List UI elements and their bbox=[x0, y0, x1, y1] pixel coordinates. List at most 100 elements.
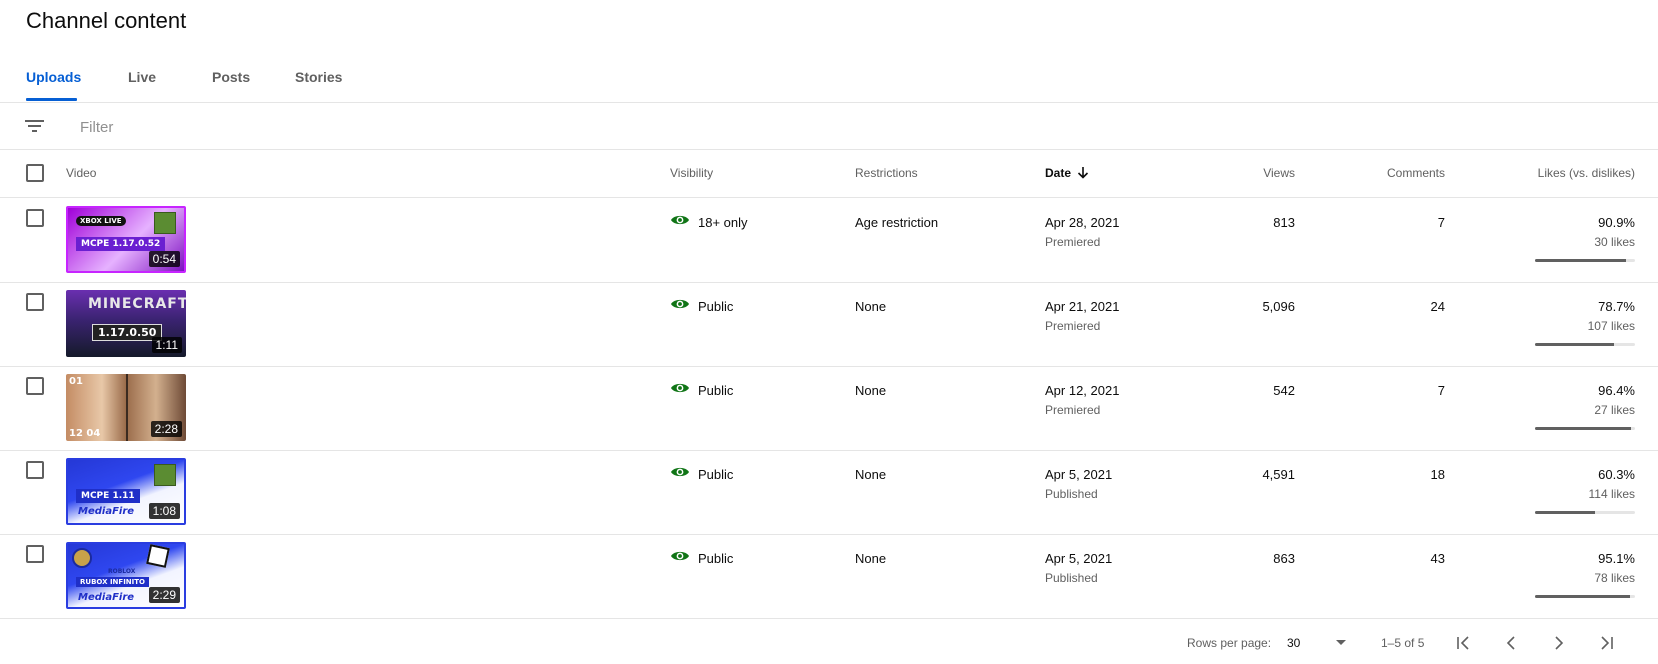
likes-ratio-bar bbox=[1535, 595, 1635, 598]
likes-percent: 78.7% bbox=[1598, 299, 1635, 314]
date-status: Published bbox=[1045, 571, 1098, 585]
date-status: Published bbox=[1045, 487, 1098, 501]
comments-count: 7 bbox=[1437, 383, 1445, 398]
header-restrictions[interactable]: Restrictions bbox=[855, 166, 918, 180]
restrictions: None bbox=[855, 383, 887, 398]
table-row[interactable]: 01 12 04 2:28 Public None Apr 12, 2021 P… bbox=[0, 366, 1658, 451]
page-title: Channel content bbox=[26, 8, 187, 33]
table-row[interactable]: MINECRAFT 1.17.0.50 1:11 Public None Apr… bbox=[0, 282, 1658, 367]
thumbnail-text: XBOX LIVE bbox=[76, 216, 126, 226]
restrictions: None bbox=[855, 467, 887, 482]
video-thumbnail[interactable]: XBOX LIVE MCPE 1.17.0.52 0:54 bbox=[66, 206, 186, 273]
header-comments[interactable]: Comments bbox=[1345, 166, 1445, 180]
date: Apr 5, 2021 bbox=[1045, 467, 1113, 482]
likes-ratio-fill bbox=[1535, 259, 1626, 262]
last-page-icon[interactable] bbox=[1596, 632, 1618, 654]
next-page-icon[interactable] bbox=[1548, 632, 1570, 654]
header-date[interactable]: Date bbox=[1045, 166, 1089, 180]
eye-icon bbox=[671, 551, 689, 561]
views-count: 542 bbox=[1273, 383, 1295, 398]
filter-input[interactable] bbox=[78, 115, 582, 139]
views-count: 813 bbox=[1273, 215, 1295, 230]
select-all-checkbox[interactable] bbox=[26, 164, 44, 182]
likes-ratio-bar bbox=[1535, 259, 1635, 262]
video-thumbnail[interactable]: MCPE 1.11 MediaFire 1:08 bbox=[66, 458, 186, 525]
thumbnail-divider bbox=[126, 374, 128, 441]
likes-ratio-fill bbox=[1535, 427, 1632, 430]
visibility-label: 18+ only bbox=[698, 215, 748, 230]
video-duration: 1:11 bbox=[151, 337, 182, 353]
likes-percent: 96.4% bbox=[1598, 383, 1635, 398]
views-count: 4,591 bbox=[1262, 467, 1295, 482]
table-footer: Rows per page: 30 1–5 of 5 bbox=[0, 618, 1658, 664]
visibility-label: Public bbox=[698, 467, 734, 482]
header-date-label: Date bbox=[1045, 166, 1072, 180]
tab-posts[interactable]: Posts bbox=[212, 69, 250, 85]
thumbnail-text: 01 bbox=[69, 376, 83, 387]
likes-ratio-bar bbox=[1535, 427, 1635, 430]
arrow-down-icon bbox=[1077, 167, 1089, 179]
video-duration: 1:08 bbox=[148, 503, 180, 519]
filter-icon[interactable] bbox=[25, 118, 45, 134]
eye-icon bbox=[671, 299, 689, 309]
eye-icon bbox=[671, 215, 689, 225]
comments-count: 24 bbox=[1430, 299, 1445, 314]
restrictions: None bbox=[855, 299, 887, 314]
thumbnail-text: RUBOX INFINITO bbox=[76, 577, 149, 587]
likes-ratio-fill bbox=[1535, 343, 1614, 346]
row-checkbox[interactable] bbox=[26, 545, 44, 563]
row-checkbox[interactable] bbox=[26, 209, 44, 227]
first-page-icon[interactable] bbox=[1452, 632, 1474, 654]
likes-count: 78 likes bbox=[1594, 571, 1635, 585]
video-thumbnail[interactable]: 01 12 04 2:28 bbox=[66, 374, 186, 441]
date: Apr 12, 2021 bbox=[1045, 383, 1120, 398]
likes-count: 27 likes bbox=[1594, 403, 1635, 417]
table-header: Video Visibility Restrictions Date Views… bbox=[0, 149, 1658, 198]
likes-percent: 90.9% bbox=[1598, 215, 1635, 230]
comments-count: 7 bbox=[1437, 215, 1445, 230]
tab-stories[interactable]: Stories bbox=[295, 69, 342, 85]
video-duration: 0:54 bbox=[148, 251, 180, 267]
thumbnail-text: 12 04 bbox=[69, 428, 101, 439]
header-video[interactable]: Video bbox=[66, 166, 96, 180]
row-checkbox[interactable] bbox=[26, 293, 44, 311]
restrictions: None bbox=[855, 551, 887, 566]
restrictions: Age restriction bbox=[855, 215, 939, 230]
views-count: 863 bbox=[1273, 551, 1295, 566]
header-views[interactable]: Views bbox=[1195, 166, 1295, 180]
header-visibility[interactable]: Visibility bbox=[670, 166, 713, 180]
table-row[interactable]: ROBLOX RUBOX INFINITO MediaFire 2:29 Pub… bbox=[0, 534, 1658, 619]
row-checkbox[interactable] bbox=[26, 461, 44, 479]
eye-icon bbox=[671, 467, 689, 477]
filter-bar bbox=[0, 103, 1658, 150]
date: Apr 28, 2021 bbox=[1045, 215, 1120, 230]
row-checkbox[interactable] bbox=[26, 377, 44, 395]
thumbnail-text: MCPE 1.11 bbox=[76, 489, 140, 503]
video-duration: 2:29 bbox=[148, 587, 180, 603]
table-row[interactable]: XBOX LIVE MCPE 1.17.0.52 0:54 18+ only A… bbox=[0, 198, 1658, 283]
rows-per-page-value: 30 bbox=[1287, 636, 1301, 650]
thumbnail-text: MCPE 1.17.0.52 bbox=[76, 237, 166, 251]
header-likes[interactable]: Likes (vs. dislikes) bbox=[1435, 166, 1635, 180]
video-duration: 2:28 bbox=[150, 421, 182, 437]
minecraft-block-icon bbox=[154, 464, 176, 486]
previous-page-icon[interactable] bbox=[1500, 632, 1522, 654]
visibility-label: Public bbox=[698, 383, 734, 398]
date: Apr 5, 2021 bbox=[1045, 551, 1113, 566]
pagination-range: 1–5 of 5 bbox=[1381, 636, 1425, 650]
likes-count: 114 likes bbox=[1588, 487, 1635, 501]
tab-uploads[interactable]: Uploads bbox=[26, 69, 81, 85]
tab-live[interactable]: Live bbox=[128, 69, 156, 85]
rows-per-page-select[interactable]: 30 bbox=[1287, 634, 1349, 652]
likes-percent: 95.1% bbox=[1598, 551, 1635, 566]
table-row[interactable]: MCPE 1.11 MediaFire 1:08 Public None Apr… bbox=[0, 450, 1658, 535]
thumbnail-text: ROBLOX bbox=[108, 568, 136, 575]
rows-per-page-label: Rows per page: bbox=[1187, 636, 1272, 650]
date: Apr 21, 2021 bbox=[1045, 299, 1120, 314]
video-thumbnail[interactable]: ROBLOX RUBOX INFINITO MediaFire 2:29 bbox=[66, 542, 186, 609]
likes-ratio-bar bbox=[1535, 511, 1635, 514]
video-thumbnail[interactable]: MINECRAFT 1.17.0.50 1:11 bbox=[66, 290, 186, 357]
visibility-label: Public bbox=[698, 299, 734, 314]
caret-down-icon bbox=[1336, 640, 1346, 645]
likes-count: 30 likes bbox=[1594, 235, 1635, 249]
